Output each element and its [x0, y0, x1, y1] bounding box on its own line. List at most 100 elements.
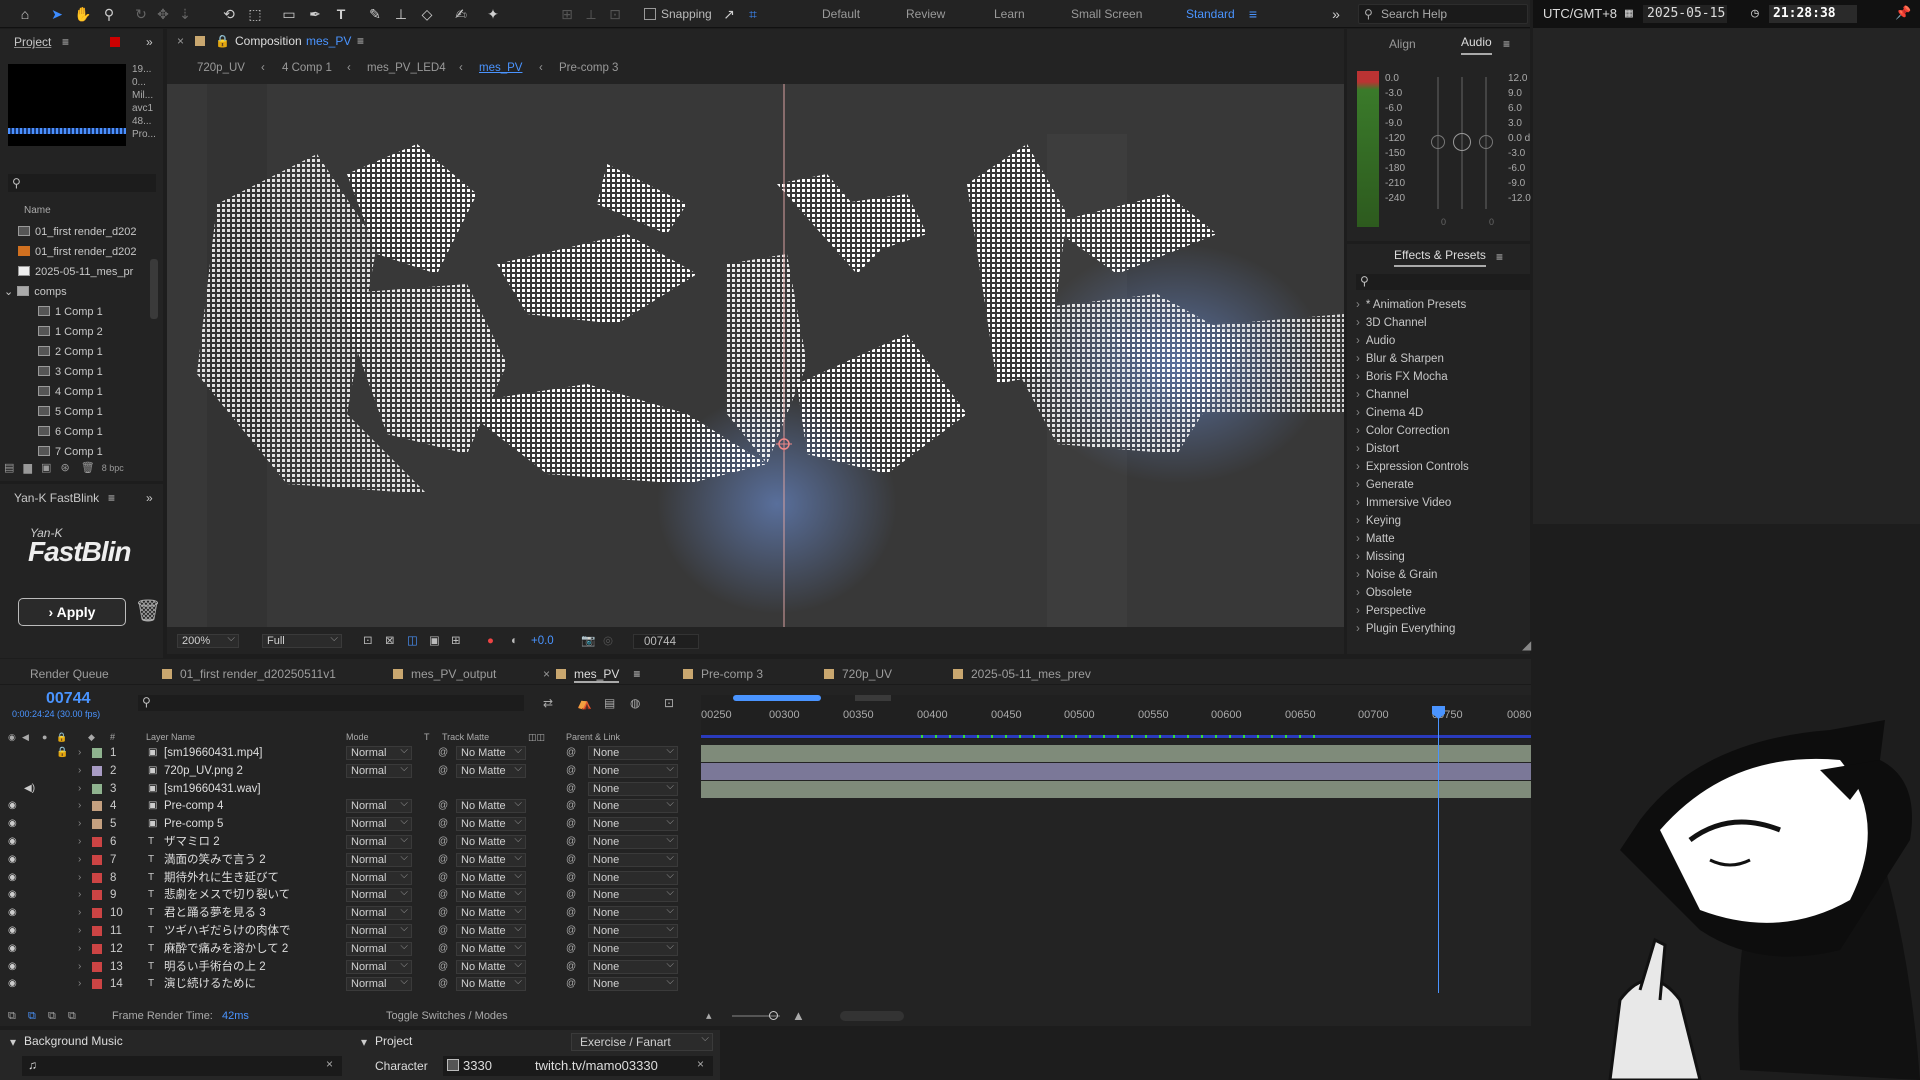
fast-previews-icon[interactable]: ⊡: [363, 629, 373, 654]
matte-pickwhip-icon[interactable]: @: [438, 958, 448, 976]
layer-name[interactable]: Pre-comp 4: [164, 797, 223, 815]
character-field[interactable]: 3330 twitch.tv/mamo03330 ×: [443, 1056, 713, 1076]
solo-header-icon[interactable]: ●: [42, 729, 47, 745]
render-time-toggle-icon[interactable]: ⧉: [8, 1006, 16, 1026]
puppet-tool-icon[interactable]: ✦: [482, 3, 504, 25]
project-item[interactable]: 01_first render_d202: [18, 243, 137, 261]
brush-tool-icon[interactable]: ✎: [364, 3, 386, 25]
composition-mini-flowchart-icon[interactable]: ⇄: [543, 696, 553, 710]
label-color-swatch[interactable]: [92, 979, 102, 990]
video-toggle-header-icon[interactable]: ◉: [8, 729, 16, 745]
zoom-in-icon[interactable]: ▲: [792, 1006, 805, 1026]
layer-row[interactable]: ◉ › 6 T ザマミロ 2 Normal @ No Matte @ None: [0, 833, 700, 851]
project-search-input[interactable]: ⚲: [8, 174, 156, 192]
parent-pickwhip-icon[interactable]: @: [566, 815, 576, 833]
expand-arrow-icon[interactable]: ›: [78, 815, 81, 833]
effects-category[interactable]: * Animation Presets: [1356, 296, 1466, 314]
matte-pickwhip-icon[interactable]: @: [438, 904, 448, 922]
workspace-standard[interactable]: Standard: [1186, 7, 1235, 21]
rectangle-tool-icon[interactable]: ▭: [278, 3, 300, 25]
parent-pickwhip-icon[interactable]: @: [566, 922, 576, 940]
effects-category[interactable]: Plugin Everything: [1356, 620, 1456, 638]
expand-arrow-icon[interactable]: ›: [78, 762, 81, 780]
parent-pickwhip-icon[interactable]: @: [566, 780, 576, 798]
bpc-indicator[interactable]: 8 bpc: [102, 463, 124, 473]
comp-name[interactable]: mes_PV: [306, 30, 351, 52]
panel-menu-icon[interactable]: ≡: [357, 30, 364, 52]
workspace-small-screen[interactable]: Small Screen: [1071, 7, 1142, 21]
parent-select[interactable]: None: [588, 833, 678, 849]
eye-icon[interactable]: ◉: [8, 904, 17, 922]
tab-render-queue[interactable]: Render Queue: [30, 663, 109, 685]
parent-pickwhip-icon[interactable]: @: [566, 958, 576, 976]
effects-category[interactable]: Missing: [1356, 548, 1405, 566]
align-tab[interactable]: Align: [1389, 33, 1416, 55]
matte-pickwhip-icon[interactable]: @: [438, 940, 448, 958]
parent-select[interactable]: None: [588, 922, 678, 938]
layer-name[interactable]: [sm19660431.mp4]: [164, 744, 262, 762]
layer-name[interactable]: 麻酔で痛みを溶かして 2: [164, 940, 288, 958]
parent-pickwhip-icon[interactable]: @: [566, 904, 576, 922]
blend-mode-select[interactable]: Normal: [346, 958, 412, 974]
effects-category[interactable]: Cinema 4D: [1356, 404, 1424, 422]
zoom-select[interactable]: 200%: [177, 632, 239, 648]
playhead[interactable]: [1438, 707, 1439, 993]
effects-category[interactable]: Color Correction: [1356, 422, 1450, 440]
blend-mode-select[interactable]: Normal: [346, 851, 412, 867]
breadcrumb-item[interactable]: 720p_UV: [197, 57, 245, 79]
eye-icon[interactable]: ◉: [8, 886, 17, 904]
audio-left-knob[interactable]: [1431, 135, 1445, 149]
apply-button[interactable]: › Apply: [18, 598, 126, 626]
parent-pickwhip-icon[interactable]: @: [566, 833, 576, 851]
parent-select[interactable]: None: [588, 851, 678, 867]
track-matte-select[interactable]: No Matte: [456, 904, 526, 921]
layer-row[interactable]: › 2 ▣ 720p_UV.png 2 Normal @ No Matte @ None: [0, 762, 700, 780]
expand-workspaces-icon[interactable]: »: [1325, 3, 1347, 25]
effects-category[interactable]: Blur & Sharpen: [1356, 350, 1444, 368]
current-timecode[interactable]: 00744: [46, 690, 91, 708]
breadcrumb-item[interactable]: Pre-comp 3: [559, 57, 618, 79]
label-color-swatch[interactable]: [92, 765, 102, 776]
bgm-track-field[interactable]: ♫ ×: [22, 1056, 342, 1076]
eye-icon[interactable]: ◉: [8, 797, 17, 815]
folder-item[interactable]: ⌄ comps: [4, 283, 67, 301]
parent-pickwhip-icon[interactable]: @: [566, 762, 576, 780]
effects-category[interactable]: Channel: [1356, 386, 1409, 404]
collapse-icon[interactable]: ▾: [361, 1035, 367, 1049]
layer-name[interactable]: ツギハギだらけの肉体で: [164, 922, 291, 940]
blend-mode-select[interactable]: Normal: [346, 744, 412, 760]
panel-menu-icon[interactable]: ≡: [1496, 246, 1503, 268]
new-comp-icon[interactable]: ▣: [41, 462, 51, 474]
axis-local-icon[interactable]: ⊞: [556, 3, 578, 25]
layer-row[interactable]: ◉ › 12 T 麻酔で痛みを溶かして 2 Normal @ No Matte @ None: [0, 940, 700, 958]
snap-to-edges-icon[interactable]: ⌗: [742, 3, 764, 25]
flowchart-icon[interactable]: ⊛: [60, 462, 69, 474]
track-matte-select[interactable]: No Matte: [456, 975, 526, 992]
draft-3d-icon[interactable]: ⛺: [577, 696, 592, 710]
mask-visibility-icon[interactable]: ◫: [407, 629, 418, 654]
effects-category[interactable]: Boris FX Mocha: [1356, 368, 1448, 386]
tab-mes-pv[interactable]: × mes_PV ≡: [543, 663, 640, 685]
label-color-swatch[interactable]: [92, 961, 102, 972]
zoom-tool-icon[interactable]: ⚲: [98, 3, 120, 25]
expand-arrow-icon[interactable]: ›: [78, 851, 81, 869]
blend-mode-select[interactable]: Normal: [346, 869, 412, 885]
type-tool-icon[interactable]: T: [330, 3, 352, 25]
axis-view-icon[interactable]: ⊡: [604, 3, 626, 25]
matte-pickwhip-icon[interactable]: @: [438, 815, 448, 833]
track-matte-header[interactable]: Track Matte: [442, 729, 489, 745]
expand-arrow-icon[interactable]: ›: [78, 797, 81, 815]
effects-presets-title[interactable]: Effects & Presets: [1394, 245, 1486, 267]
panel-resize-handle[interactable]: ◢: [1522, 638, 1531, 652]
roto-brush-tool-icon[interactable]: ✍: [450, 3, 472, 25]
audio-master-knob[interactable]: [1453, 133, 1471, 151]
layer-row[interactable]: ◉ › 7 T 満面の笑みで言う 2 Normal @ No Matte @ None: [0, 851, 700, 869]
layer-name[interactable]: 明るい手術台の上 2: [164, 958, 266, 976]
matte-pickwhip-icon[interactable]: @: [438, 797, 448, 815]
color-channels-icon[interactable]: ●: [487, 629, 494, 654]
clear-icon[interactable]: ×: [697, 1057, 704, 1071]
effects-category[interactable]: Generate: [1356, 476, 1414, 494]
work-area-bar[interactable]: [733, 695, 821, 701]
track-matte-select[interactable]: No Matte: [456, 833, 526, 849]
audio-right-knob[interactable]: [1479, 135, 1493, 149]
